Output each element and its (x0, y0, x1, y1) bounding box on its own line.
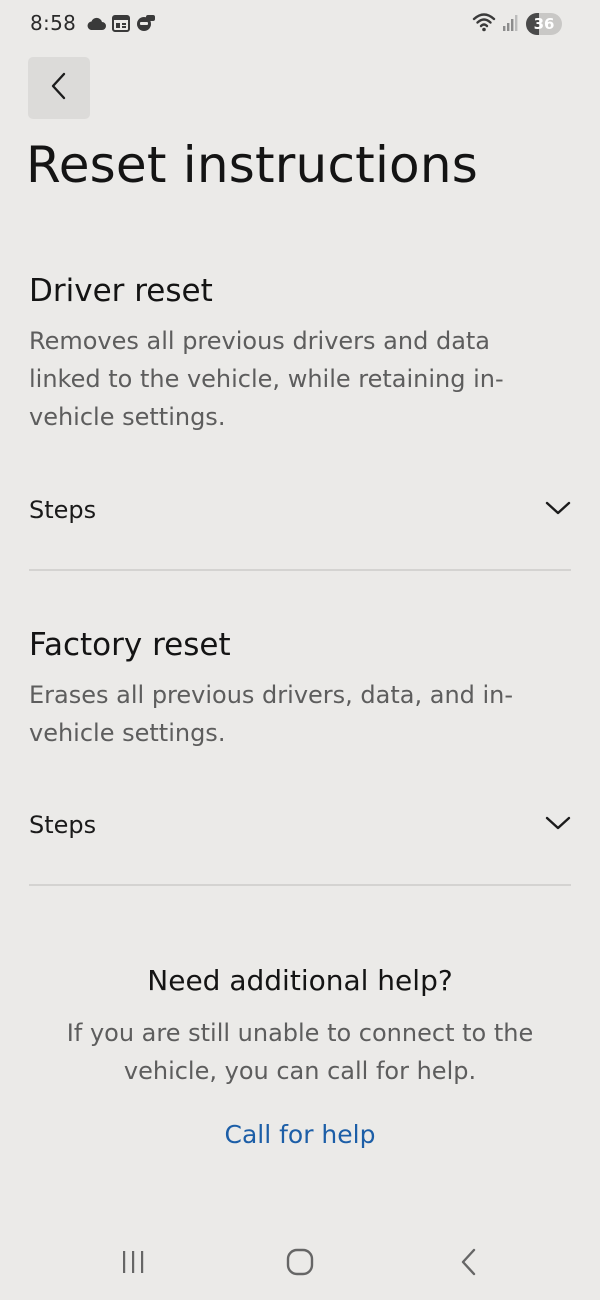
status-bar: 8:58 36 (0, 0, 600, 48)
status-time: 8:58 (30, 11, 77, 35)
battery-icon: 36 (526, 13, 562, 35)
factory-reset-steps-toggle[interactable]: Steps (29, 798, 571, 852)
factory-reset-steps-label: Steps (29, 811, 97, 839)
chevron-down-icon (545, 500, 571, 520)
driver-reset-description: Removes all previous drivers and data li… (29, 327, 504, 431)
call-for-help-link[interactable]: Call for help (200, 1120, 400, 1149)
system-back-button[interactable] (441, 1244, 497, 1284)
section-divider (29, 569, 571, 571)
home-button[interactable] (272, 1244, 328, 1284)
help-description: If you are still unable to connect to th… (66, 1019, 534, 1085)
recent-apps-button[interactable] (105, 1244, 161, 1284)
recent-apps-icon (120, 1249, 146, 1279)
chevron-down-icon (545, 815, 571, 835)
system-navigation-bar (0, 1232, 600, 1296)
home-icon (286, 1248, 314, 1280)
factory-reset-section: Factory reset Erases all previous driver… (29, 627, 571, 752)
calendar-news-icon (112, 14, 130, 36)
driver-reset-section: Driver reset Removes all previous driver… (29, 273, 571, 436)
factory-reset-title: Factory reset (29, 627, 231, 663)
chevron-left-icon (48, 71, 70, 105)
page-title: Reset instructions (26, 136, 478, 194)
cloud-icon (86, 16, 106, 35)
factory-reset-description: Erases all previous drivers, data, and i… (29, 681, 514, 747)
help-title: Need additional help? (147, 964, 453, 997)
pluto-tv-icon (136, 14, 156, 36)
back-icon (458, 1248, 480, 1280)
status-system-icons: 36 (472, 12, 562, 36)
back-button[interactable] (28, 57, 90, 119)
driver-reset-steps-label: Steps (29, 496, 97, 524)
driver-reset-steps-toggle[interactable]: Steps (29, 483, 571, 537)
wifi-icon (472, 12, 496, 36)
battery-level: 36 (533, 15, 555, 33)
section-divider (29, 884, 571, 886)
signal-icon (502, 12, 520, 36)
driver-reset-title: Driver reset (29, 273, 213, 309)
status-notification-icons (86, 14, 156, 36)
